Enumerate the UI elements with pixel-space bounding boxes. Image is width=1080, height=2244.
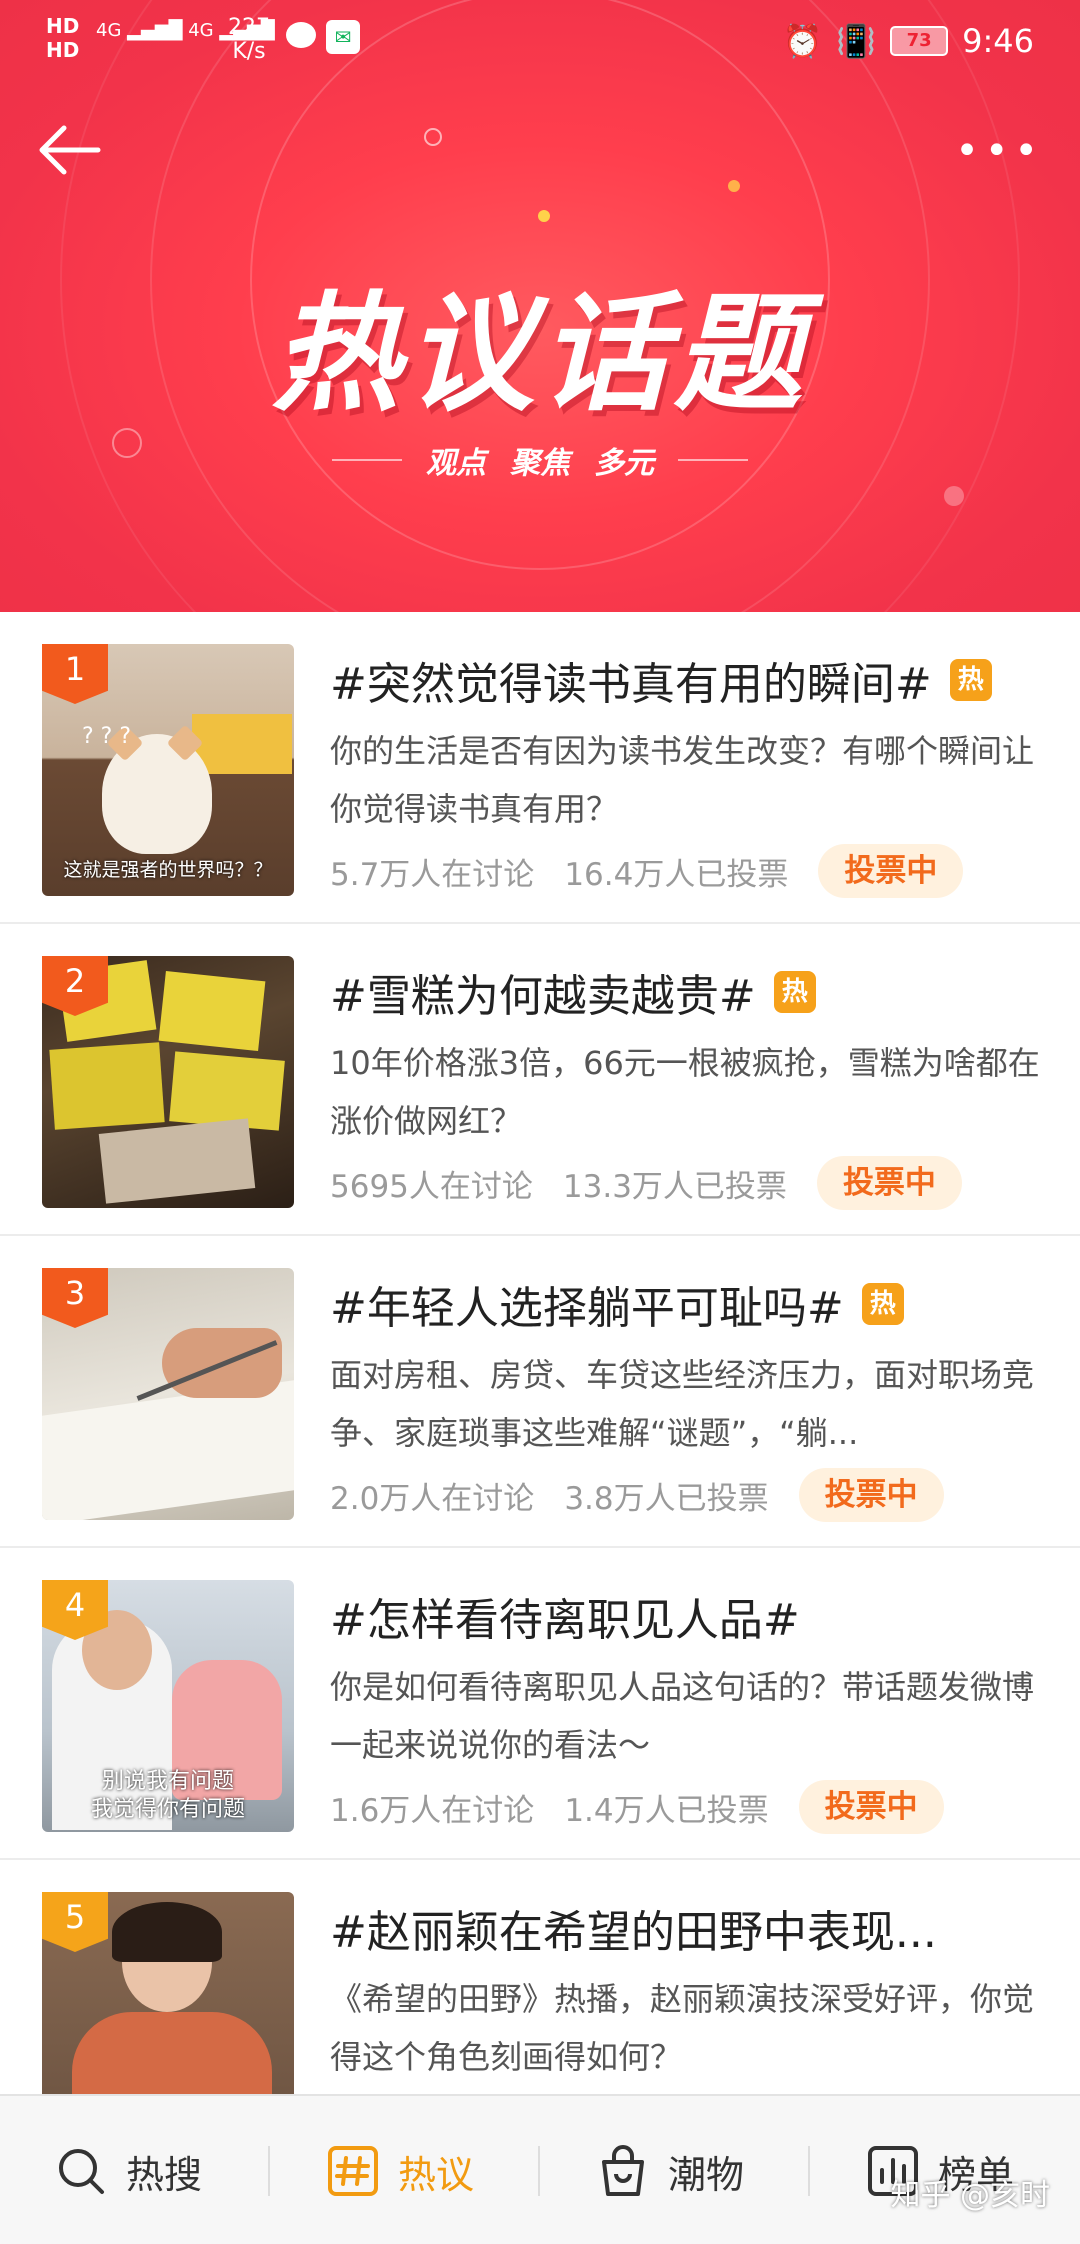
message-icon	[286, 22, 316, 48]
package-shape	[158, 970, 266, 1052]
more-options-button[interactable]: •••	[955, 131, 1044, 171]
search-icon	[59, 2149, 104, 2194]
discussing-count: 1.6万人在讨论	[330, 1792, 535, 1829]
tab-hot-search[interactable]: 热搜	[54, 2096, 202, 2244]
tab-trending-goods[interactable]: 潮物	[596, 2096, 744, 2244]
topic-item[interactable]: 3 #年轻人选择躺平可耻吗# 热 面对房租、房贷、车贷这些经济压力，面对职场竞争…	[0, 1236, 1080, 1548]
tab-label: 热搜	[126, 2152, 203, 2197]
tab-label: 热议	[398, 2152, 475, 2197]
topic-title-text: #突然觉得读书真有用的瞬间#	[330, 659, 932, 710]
network-speed: 227 K/s	[228, 16, 270, 64]
vote-button[interactable]: 投票中	[798, 1468, 944, 1522]
chat-app-icon: ✉	[326, 20, 360, 54]
thumbnail-caption: 这就是强者的世界吗？？	[63, 859, 273, 881]
slogan: 观点 聚焦 多元	[0, 438, 1080, 482]
slogan-word: 聚焦	[510, 446, 570, 481]
topic-stats: 5695人在讨论 13.3万人已投票 投票中	[330, 1156, 962, 1210]
page-title: 热议话题	[271, 280, 808, 429]
header-banner: HD HD 4G ▂▄▆█ 4G ▂▄▆█ 227 K/s ✉ ⏰ 📳 73 9…	[0, 0, 1080, 612]
decor-dot	[728, 180, 740, 192]
discussing-count: 5695人在讨论	[330, 1168, 533, 1205]
topic-description: 你是如何看待离职见人品这句话的？带话题发微博一起来说说你的看法～	[330, 1668, 1035, 1764]
hashtag-icon	[328, 2146, 378, 2196]
topic-title: #年轻人选择躺平可耻吗# 热	[330, 1272, 904, 1336]
topic-item[interactable]: 别说我有问题 我觉得你有问题 4 #怎样看待离职见人品# 你是如何看待离职见人品…	[0, 1548, 1080, 1860]
decor-dot	[944, 486, 964, 506]
package-shape	[169, 1051, 285, 1131]
vibrate-icon: 📳	[836, 22, 877, 60]
decor-dot	[424, 128, 442, 146]
hot-badge: 热	[861, 1283, 904, 1325]
decor-dot	[538, 210, 550, 222]
clock: 9:46	[962, 22, 1034, 60]
topic-title: #赵丽颖在希望的田野中表现...	[330, 1896, 937, 1960]
sim-indicator: HD HD	[46, 14, 79, 62]
vote-count: 3.8万人已投票	[564, 1480, 769, 1517]
hd-badge: HD	[46, 14, 80, 38]
topic-description: 面对房租、房贷、车贷这些经济压力，面对职场竞争、家庭琐事这些难解“谜题”，“躺.…	[330, 1356, 1035, 1452]
back-button[interactable]	[34, 120, 104, 180]
topic-title-text: #赵丽颖在希望的田野中表现...	[330, 1907, 937, 1958]
question-marks: ? ? ?	[82, 724, 132, 749]
divider	[808, 2146, 810, 2196]
topic-title: #突然觉得读书真有用的瞬间# 热	[330, 648, 992, 712]
package-shape	[49, 1042, 165, 1130]
tab-label: 潮物	[668, 2152, 745, 2197]
topic-title-text: #怎样看待离职见人品#	[330, 1595, 800, 1646]
tab-hot-topics[interactable]: 热议	[326, 2096, 474, 2244]
topic-item[interactable]: 2 #雪糕为何越卖越贵# 热 10年价格涨3倍，66元一根被疯抢，雪糕为啥都在涨…	[0, 924, 1080, 1236]
topic-title-text: #雪糕为何越卖越贵#	[330, 971, 756, 1022]
battery-icon: 73	[890, 26, 949, 56]
status-right: ⏰ 📳 73 9:46	[782, 22, 1034, 60]
hot-badge: 热	[773, 971, 816, 1013]
vote-count: 16.4万人已投票	[564, 856, 789, 893]
book-shape	[42, 1380, 294, 1520]
discussing-count: 2.0万人在讨论	[330, 1480, 535, 1517]
discussing-count: 5.7万人在讨论	[330, 856, 535, 893]
topic-title: #怎样看待离职见人品#	[330, 1584, 800, 1648]
speed-value: 227	[228, 15, 270, 40]
divider	[678, 459, 748, 461]
vote-button[interactable]: 投票中	[818, 844, 964, 898]
vote-count: 13.3万人已投票	[562, 1168, 787, 1205]
divider	[268, 2146, 270, 2196]
topic-stats: 5.7万人在讨论 16.4万人已投票 投票中	[330, 844, 964, 898]
topic-description: 你的生活是否有因为读书发生改变？有哪个瞬间让你觉得读书真有用？	[330, 732, 1035, 828]
shopping-bag-icon	[602, 2145, 644, 2196]
topic-title-text: #年轻人选择躺平可耻吗#	[330, 1283, 844, 1334]
topic-title: #雪糕为何越卖越贵# 热	[330, 960, 816, 1024]
network-type: 4G	[96, 20, 122, 41]
arrow-left-icon	[39, 125, 101, 175]
vote-count: 1.4万人已投票	[564, 1792, 769, 1829]
box-shape	[192, 714, 292, 774]
hair-shape	[112, 1902, 222, 1962]
network-type: 4G	[188, 20, 214, 41]
slogan-word: 观点	[426, 446, 486, 481]
speed-unit: K/s	[232, 39, 266, 64]
vote-button[interactable]: 投票中	[798, 1780, 944, 1834]
thumbnail-caption: 别说我有问题 我觉得你有问题	[90, 1769, 245, 1822]
topic-description: 10年价格涨3倍，66元一根被疯抢，雪糕为啥都在涨价做网红？	[330, 1044, 1040, 1140]
topic-stats: 1.6万人在讨论 1.4万人已投票 投票中	[330, 1780, 944, 1834]
slogan-word: 多元	[594, 446, 654, 481]
watermark: 知乎 @亥时	[890, 2178, 1050, 2213]
status-bar: HD HD 4G ▂▄▆█ 4G ▂▄▆█ 227 K/s ✉ ⏰ 📳 73 9…	[0, 0, 1080, 80]
topic-item[interactable]: ? ? ? 这就是强者的世界吗？？ 1 #突然觉得读书真有用的瞬间# 热 你的生…	[0, 612, 1080, 924]
divider	[538, 2146, 540, 2196]
vote-button[interactable]: 投票中	[816, 1156, 962, 1210]
hd-badge: HD	[46, 38, 80, 62]
hot-badge: 热	[949, 659, 992, 701]
bottom-tab-bar: 热搜 热议 潮物 榜单	[0, 2094, 1080, 2244]
topic-description: 《希望的田野》热播，赵丽颖演技深受好评，你觉得这个角色刻画得如何？	[330, 1980, 1035, 2076]
divider	[332, 459, 402, 461]
topic-stats: 2.0万人在讨论 3.8万人已投票 投票中	[330, 1468, 944, 1522]
alarm-icon: ⏰	[782, 22, 823, 60]
package-shape	[98, 1118, 256, 1204]
